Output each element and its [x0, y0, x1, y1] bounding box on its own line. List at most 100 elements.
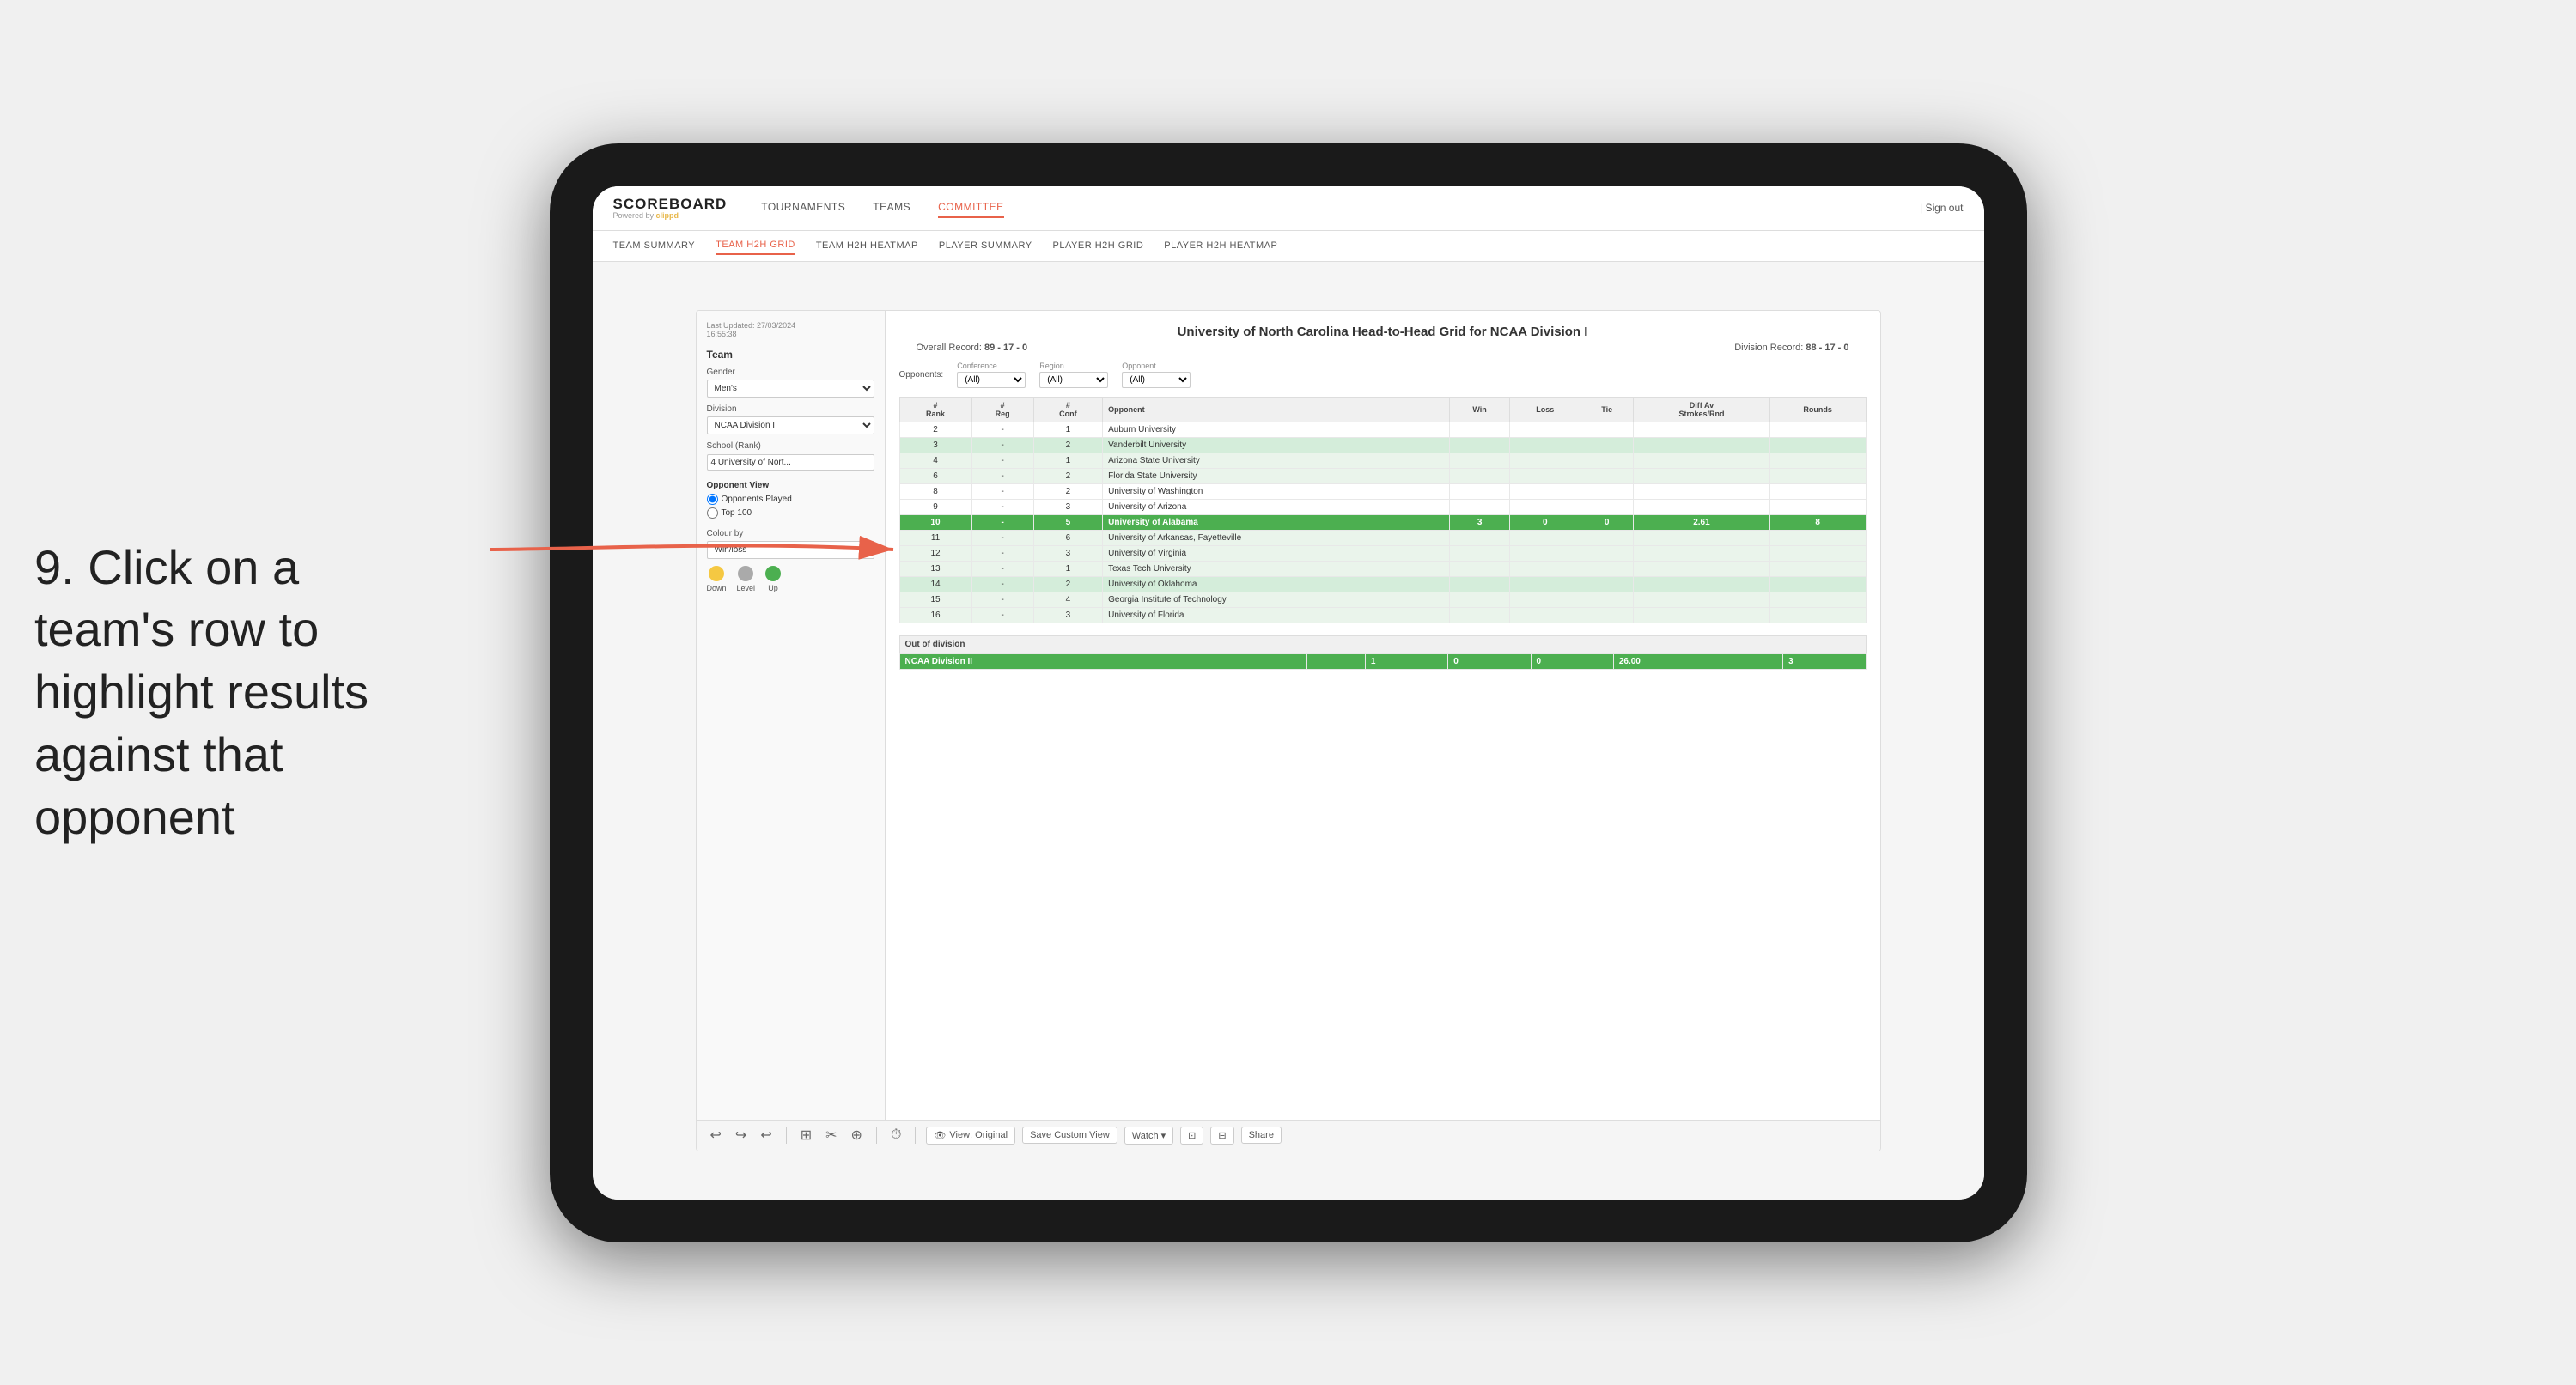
logo-sub: Powered by clippd — [613, 211, 728, 220]
legend-down: Down — [707, 566, 727, 592]
toolbar-grid[interactable]: ⊞ — [797, 1125, 815, 1145]
cell-diff — [1634, 592, 1770, 607]
cell-tie — [1580, 607, 1634, 623]
radio-top100[interactable]: Top 100 — [707, 507, 874, 519]
cell-win — [1449, 561, 1510, 576]
cell-win — [1449, 499, 1510, 514]
toolbar-undo[interactable]: ↩ — [707, 1125, 725, 1145]
cell-loss — [1510, 483, 1580, 499]
toolbar-add[interactable]: ⊕ — [848, 1125, 866, 1145]
toolbar-redo[interactable]: ↪ — [732, 1125, 750, 1145]
sub-nav-player-summary[interactable]: PLAYER SUMMARY — [939, 237, 1032, 254]
cell-rounds — [1769, 453, 1866, 468]
cell-reg: - — [971, 607, 1033, 623]
cell-reg: - — [971, 545, 1033, 561]
save-custom-view-button[interactable]: Save Custom View — [1022, 1127, 1117, 1144]
sub-nav-player-h2h-heatmap[interactable]: PLAYER H2H HEATMAP — [1164, 237, 1277, 254]
opponent-select[interactable]: (All) — [1122, 372, 1191, 388]
table-row[interactable]: 12-3University of Virginia — [899, 545, 1866, 561]
cell-opponent: Arizona State University — [1103, 453, 1450, 468]
cell-tie — [1580, 468, 1634, 483]
view-icon: 👁 — [934, 1130, 946, 1141]
sidebar-division-select[interactable]: NCAA Division I — [707, 416, 874, 434]
cell-conf: 1 — [1033, 422, 1102, 437]
region-select[interactable]: (All) — [1039, 372, 1108, 388]
cell-reg: - — [971, 483, 1033, 499]
share-button[interactable]: Share — [1241, 1127, 1282, 1144]
cell-reg: - — [971, 499, 1033, 514]
sidebar-school-value[interactable]: 4 University of Nort... — [707, 454, 874, 471]
cell-diff — [1634, 453, 1770, 468]
legend-up: Up — [765, 566, 781, 592]
toolbar-sep3 — [915, 1127, 916, 1144]
sign-out-button[interactable]: Sign out — [1925, 202, 1963, 214]
toolbar-cut[interactable]: ✂ — [822, 1125, 840, 1145]
bottom-toolbar: ↩ ↪ ↩ ⊞ ✂ ⊕ ⏱ 👁 View: Original Save C — [697, 1120, 1880, 1151]
ncaa-division-row[interactable]: NCAA Division II 1 0 0 26.00 3 — [899, 653, 1866, 669]
sidebar-timestamp: Last Updated: 27/03/2024 16:55:38 — [707, 321, 874, 338]
cell-tie — [1580, 592, 1634, 607]
table-row[interactable]: 6-2Florida State University — [899, 468, 1866, 483]
table-row[interactable]: 9-3University of Arizona — [899, 499, 1866, 514]
toolbar-back[interactable]: ↩ — [757, 1125, 775, 1145]
nav-tournaments[interactable]: TOURNAMENTS — [761, 197, 845, 218]
sub-nav-team-summary[interactable]: TEAM SUMMARY — [613, 237, 696, 254]
cell-win — [1449, 422, 1510, 437]
toolbar-icon2[interactable]: ⊟ — [1210, 1127, 1233, 1145]
view-original-button[interactable]: 👁 View: Original — [926, 1127, 1015, 1145]
toolbar-sep1 — [786, 1127, 787, 1144]
cell-reg: - — [971, 561, 1033, 576]
cell-rank: 9 — [899, 499, 971, 514]
annotation-line3: highlight results — [34, 661, 368, 724]
table-row[interactable]: 3-2Vanderbilt University — [899, 437, 1866, 453]
table-row[interactable]: 2-1Auburn University — [899, 422, 1866, 437]
conference-select[interactable]: (All) — [957, 372, 1026, 388]
table-row[interactable]: 10-5University of Alabama3002.618 — [899, 514, 1866, 530]
table-row[interactable]: 14-2University of Oklahoma — [899, 576, 1866, 592]
sub-nav-team-h2h-grid[interactable]: TEAM H2H GRID — [716, 236, 795, 255]
sub-nav-player-h2h-grid[interactable]: PLAYER H2H GRID — [1053, 237, 1144, 254]
toolbar-clock[interactable]: ⏱ — [887, 1126, 904, 1145]
cell-tie — [1580, 499, 1634, 514]
sidebar-gender-select[interactable]: Men's — [707, 380, 874, 398]
cell-conf: 3 — [1033, 607, 1102, 623]
toolbar-icon1[interactable]: ⊡ — [1180, 1127, 1203, 1145]
nav-committee[interactable]: COMMITTEE — [938, 197, 1004, 218]
cell-opponent: Georgia Institute of Technology — [1103, 592, 1450, 607]
cell-reg: - — [971, 592, 1033, 607]
cell-rounds — [1769, 545, 1866, 561]
cell-loss — [1510, 592, 1580, 607]
cell-opponent: University of Alabama — [1103, 514, 1450, 530]
cell-rounds — [1769, 437, 1866, 453]
legend-dot-level — [738, 566, 753, 581]
table-row[interactable]: 13-1Texas Tech University — [899, 561, 1866, 576]
cell-diff — [1634, 499, 1770, 514]
logo-area: SCOREBOARD Powered by clippd — [613, 197, 728, 220]
table-row[interactable]: 15-4Georgia Institute of Technology — [899, 592, 1866, 607]
cell-opponent: University of Virginia — [1103, 545, 1450, 561]
cell-diff: 2.61 — [1634, 514, 1770, 530]
filter-region: Region (All) — [1039, 361, 1108, 388]
sub-nav-team-h2h-heatmap[interactable]: TEAM H2H HEATMAP — [816, 237, 918, 254]
cell-win — [1449, 607, 1510, 623]
table-row[interactable]: 11-6University of Arkansas, Fayetteville — [899, 530, 1866, 545]
table-row[interactable]: 4-1Arizona State University — [899, 453, 1866, 468]
colour-by-select[interactable]: Win/loss — [707, 541, 874, 559]
annotation-line5: opponent — [34, 787, 368, 849]
annotation-line2: team's row to — [34, 598, 368, 661]
ncaa-division-diff: 26.00 — [1613, 653, 1782, 669]
cell-diff — [1634, 576, 1770, 592]
table-row[interactable]: 16-3University of Florida — [899, 607, 1866, 623]
nav-teams[interactable]: TEAMS — [873, 197, 910, 218]
dashboard-body: Last Updated: 27/03/2024 16:55:38 Team G… — [697, 311, 1880, 1120]
cell-rank: 12 — [899, 545, 971, 561]
watch-button[interactable]: Watch ▾ — [1124, 1127, 1173, 1145]
cell-rank: 13 — [899, 561, 971, 576]
col-loss: Loss — [1510, 397, 1580, 422]
cell-conf: 6 — [1033, 530, 1102, 545]
cell-reg: - — [971, 468, 1033, 483]
annotation-line1: 9. Click on a — [34, 537, 368, 599]
cell-conf: 2 — [1033, 576, 1102, 592]
table-row[interactable]: 8-2University of Washington — [899, 483, 1866, 499]
radio-opponents-played[interactable]: Opponents Played — [707, 494, 874, 505]
